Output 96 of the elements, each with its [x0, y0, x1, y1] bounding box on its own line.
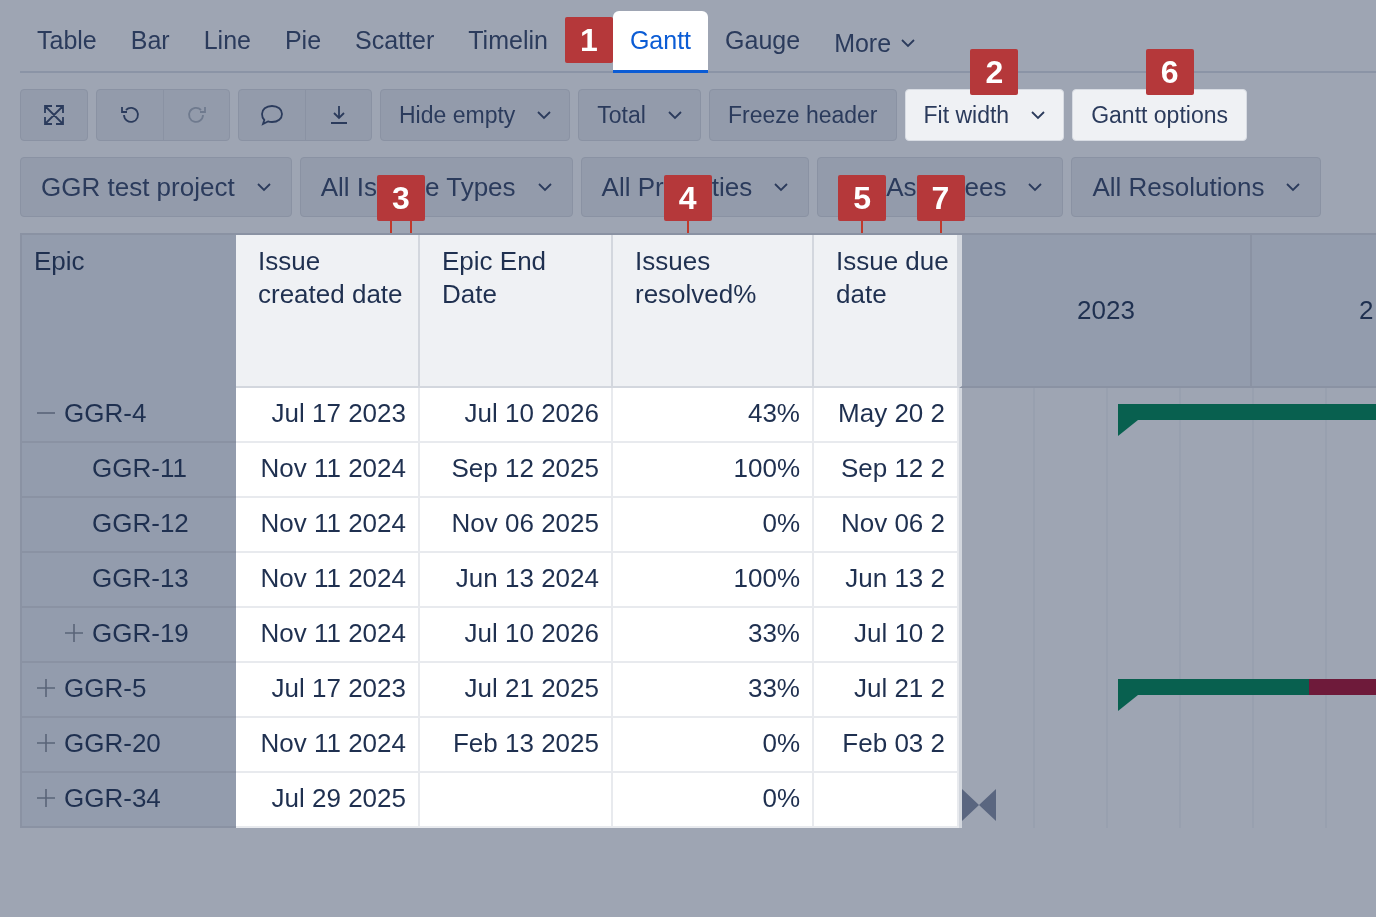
table-cell: Nov 11 2024 — [236, 553, 420, 608]
table-cell: Jul 29 2025 — [236, 773, 420, 828]
table-cell: 43% — [613, 388, 814, 443]
table-cell: Jul 17 2023 — [236, 388, 420, 443]
table-cell: 100% — [613, 553, 814, 608]
callout-badge: 3 — [376, 175, 425, 221]
column-header: Issues resolved% — [613, 235, 814, 388]
table-cell: Nov 06 2025 — [420, 498, 613, 553]
row-header: GGR-4 — [20, 388, 236, 443]
row-header: GGR-13 — [20, 553, 236, 608]
column-header: Issue created date — [236, 235, 420, 388]
chart-tab[interactable]: Scatter — [338, 11, 452, 73]
filter-label: ees — [964, 171, 1007, 203]
table-cell: 0% — [613, 773, 814, 828]
table-cell: Jul 21 2025 — [420, 663, 613, 718]
table-cell: Jul 10 2 — [814, 608, 959, 663]
table-cell: Jul 17 2023 — [236, 663, 420, 718]
chart-tab[interactable]: Pie — [267, 11, 339, 73]
filter-dropdown[interactable]: All Resolutions — [1071, 157, 1322, 217]
callout-badge: 1 — [564, 17, 613, 63]
more-menu[interactable]: More — [817, 11, 933, 73]
caret-icon — [667, 110, 682, 120]
table-cell: Jul 10 2026 — [420, 608, 613, 663]
caret-icon — [256, 182, 271, 192]
callout-badge: 7 — [916, 175, 965, 221]
caret-icon — [1028, 182, 1043, 192]
table-cell: Sep 12 2025 — [420, 443, 613, 498]
caret-icon — [537, 110, 552, 120]
filter-label: All Is — [320, 171, 377, 203]
table-cell: Nov 06 2 — [814, 498, 959, 553]
leader-line — [686, 221, 689, 233]
table-cell: May 20 2 — [814, 388, 959, 443]
callout-badge: 5 — [838, 175, 887, 221]
expand-icon — [42, 103, 66, 127]
filter-label: ties — [711, 171, 753, 203]
speech-bubble-icon — [259, 103, 285, 127]
table-cell: Sep 12 2 — [814, 443, 959, 498]
column-header: Epic End Date — [420, 235, 613, 388]
caret-icon — [537, 182, 552, 192]
leader-line — [389, 221, 392, 233]
leader-line — [939, 221, 942, 233]
year-header: 2 — [1358, 294, 1374, 327]
caret-icon — [1031, 110, 1046, 120]
table-cell: Jun 13 2024 — [420, 553, 613, 608]
table-cell: Feb 13 2025 — [420, 718, 613, 773]
plus-icon[interactable] — [64, 623, 84, 643]
chart-tab[interactable]: Bar — [113, 11, 187, 73]
chart-tab[interactable]: Line — [186, 11, 268, 73]
table-cell: 0% — [613, 498, 814, 553]
caret-icon — [901, 39, 916, 48]
chart-tab[interactable]: Timelin — [451, 11, 565, 73]
filter-dropdown[interactable]: GGR test project — [20, 157, 292, 217]
chart-tab[interactable]: Table — [20, 11, 114, 73]
callout-badge: 6 — [1145, 49, 1194, 95]
dropdown-button[interactable]: Hide empty — [380, 89, 571, 141]
toolbar-button[interactable]: Gantt options — [1072, 89, 1247, 141]
plus-icon[interactable] — [36, 733, 56, 753]
table-cell: Nov 11 2024 — [236, 498, 420, 553]
dropdown-button[interactable]: Fit width — [904, 89, 1065, 141]
table-cell: Jul 10 2026 — [420, 388, 613, 443]
row-header: GGR-12 — [20, 498, 236, 553]
dropdown-button[interactable]: Total — [578, 89, 701, 141]
table-cell: 33% — [613, 663, 814, 718]
plus-icon[interactable] — [36, 788, 56, 808]
table-cell: 100% — [613, 443, 814, 498]
callout-badge: 4 — [663, 175, 712, 221]
table-cell: Nov 11 2024 — [236, 718, 420, 773]
row-header: GGR-5 — [20, 663, 236, 718]
table-cell: 0% — [613, 718, 814, 773]
table-cell: Feb 03 2 — [814, 718, 959, 773]
table-cell: Jun 13 2 — [814, 553, 959, 608]
chart-tab[interactable]: Gantt — [612, 11, 709, 73]
year-header: 2023 — [962, 235, 1252, 386]
table-cell: 33% — [613, 608, 814, 663]
filter-label: e Types — [424, 171, 516, 203]
column-header: Epic — [20, 235, 236, 388]
chart-tab[interactable]: Gauge — [708, 11, 818, 73]
table-cell: Nov 11 2024 — [236, 608, 420, 663]
toolbar-button[interactable]: Freeze header — [708, 89, 897, 141]
caret-icon — [774, 182, 789, 192]
plus-icon[interactable] — [36, 678, 56, 698]
table-cell: Nov 11 2024 — [236, 443, 420, 498]
row-header: GGR-19 — [20, 608, 236, 663]
caret-icon — [1286, 182, 1301, 192]
row-header: GGR-20 — [20, 718, 236, 773]
leader-line — [409, 221, 412, 233]
filter-label: All Pr — [601, 171, 664, 203]
row-header: GGR-11 — [20, 443, 236, 498]
filter-label: As — [886, 171, 917, 203]
filter-label: GGR test project — [41, 171, 235, 203]
callout-badge: 2 — [970, 49, 1019, 95]
leader-line — [861, 221, 864, 233]
column-header: Issue due date — [814, 235, 959, 388]
row-header: GGR-34 — [20, 773, 236, 828]
table-cell: Jul 21 2 — [814, 663, 959, 718]
filter-label: All Resolutions — [1092, 171, 1265, 203]
